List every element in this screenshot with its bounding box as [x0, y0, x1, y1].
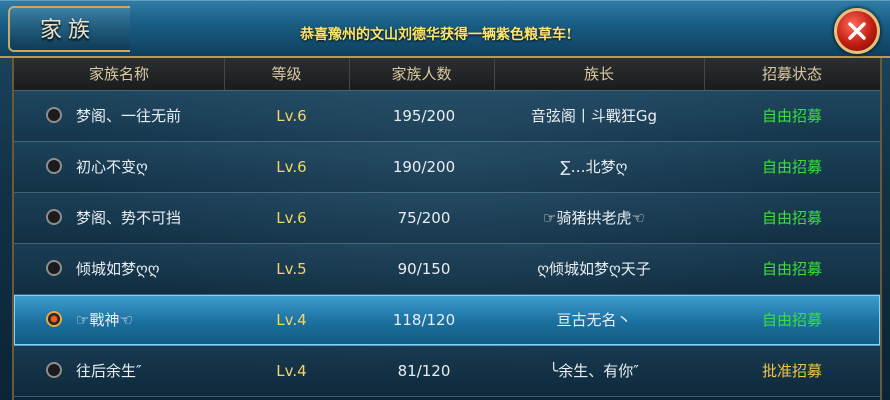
radio-button[interactable] [46, 362, 62, 378]
header-family-name: 家族名称 [14, 58, 225, 90]
announcement-text: 恭喜豫州的文山刘德华获得一辆紫色粮草车! [300, 27, 573, 43]
header-recruit-status: 招募状态 [761, 65, 822, 83]
radio-button[interactable] [46, 209, 62, 225]
header-leader: 族长 [494, 58, 705, 90]
recruit-status: 自由招募 [761, 158, 822, 176]
table-header: 家族名称 等级 家族人数 族长 招募状态 [14, 58, 880, 91]
radio-button-selected[interactable] [46, 311, 62, 327]
recruit-status: 自由招募 [761, 107, 822, 125]
member-count: 81/120 [397, 362, 451, 380]
window-title: 家族 [40, 18, 97, 43]
table-row[interactable]: 倾城如梦ღღ Lv.5 90/150 ღ倾城如梦ღ天子 自由招募 [14, 244, 880, 295]
close-button[interactable] [834, 8, 880, 54]
family-level: Lv.6 [276, 158, 307, 176]
member-count: 190/200 [392, 158, 456, 176]
header-member-count: 家族人数 [349, 58, 495, 90]
table-row[interactable]: 梦阁、势不可挡 Lv.6 75/200 ☞骑猪拱老虎☜ 自由招募 [14, 193, 880, 244]
leader-name: ღ倾城如梦ღ天子 [537, 260, 651, 278]
leader-name: 音弦阁丨斗戰狂Gg [530, 107, 658, 125]
family-level: Lv.4 [276, 362, 307, 380]
recruit-status: 自由招募 [761, 209, 822, 227]
radio-button[interactable] [46, 260, 62, 276]
family-level: Lv.4 [276, 311, 307, 329]
recruit-status: 自由招募 [761, 260, 822, 278]
family-name: 往后余生″ [76, 362, 142, 380]
recruit-status: 批准招募 [761, 362, 822, 380]
family-name: 梦阁、势不可挡 [76, 209, 182, 227]
family-level: Lv.6 [276, 209, 307, 227]
radio-button[interactable] [46, 158, 62, 174]
member-count: 118/120 [392, 311, 456, 329]
leader-name: ╰余生、有你″ [549, 362, 639, 380]
family-table: 家族名称 等级 家族人数 族长 招募状态 梦阁、一往无前 Lv.6 195/20… [12, 58, 882, 400]
leader-name: ∑…北梦ღ [560, 158, 628, 176]
leader-name: ☞骑猪拱老虎☜ [543, 209, 645, 227]
member-count: 195/200 [392, 107, 456, 125]
recruit-status: 自由招募 [761, 311, 822, 329]
radio-button[interactable] [46, 107, 62, 123]
family-name: ☞戰神☜ [76, 311, 133, 329]
title-bar: 家族 恭喜豫州的文山刘德华获得一辆紫色粮草车! [0, 0, 890, 58]
leader-name: 亘古无名丶 [556, 311, 632, 329]
table-row[interactable]: 初心不变ღ Lv.6 190/200 ∑…北梦ღ 自由招募 [14, 142, 880, 193]
member-count: 75/200 [397, 209, 451, 227]
close-icon [848, 22, 866, 40]
family-name: 初心不变ღ [76, 158, 148, 176]
family-level: Lv.5 [276, 260, 307, 278]
family-window: 家族 恭喜豫州的文山刘德华获得一辆紫色粮草车! 家族名称 等级 家族人数 族长 … [0, 0, 890, 400]
family-name: 梦阁、一往无前 [76, 107, 182, 125]
table-row[interactable]: 往后余生″ Lv.4 81/120 ╰余生、有你″ 批准招募 [14, 346, 880, 397]
table-row-selected[interactable]: ☞戰神☜ Lv.4 118/120 亘古无名丶 自由招募 [14, 295, 880, 346]
member-count: 90/150 [397, 260, 451, 278]
header-level: 等级 [224, 58, 350, 90]
table-row[interactable]: 梦阁、一往无前 Lv.6 195/200 音弦阁丨斗戰狂Gg 自由招募 [14, 91, 880, 142]
family-name: 倾城如梦ღღ [76, 260, 160, 278]
family-level: Lv.6 [276, 107, 307, 125]
